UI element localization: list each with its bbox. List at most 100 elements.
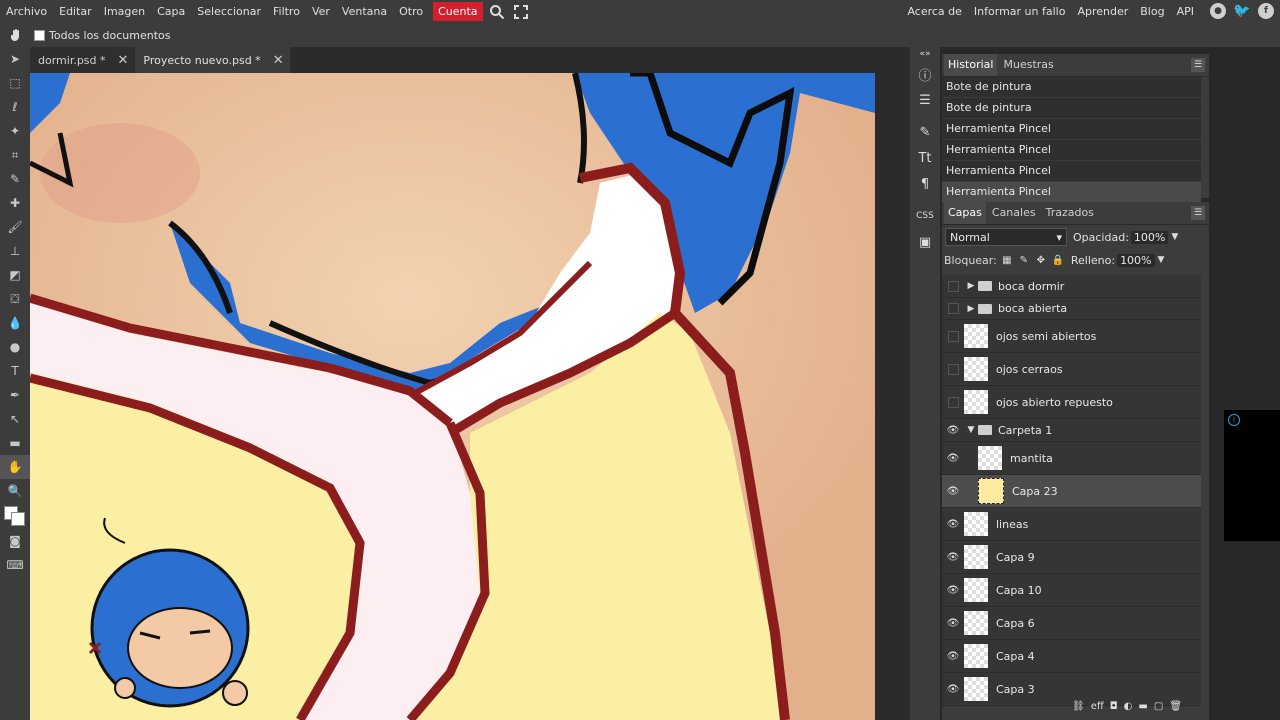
tab-muestras[interactable]: Muestras — [999, 54, 1057, 76]
eyedropper-icon[interactable]: ✎ — [0, 167, 30, 191]
keyboard-icon[interactable]: ⌨ — [0, 553, 30, 577]
properties-icon[interactable]: ☰ — [910, 87, 940, 113]
layer-row[interactable]: 👁 mantita — [942, 442, 1201, 475]
lock-paint-icon[interactable]: ✎ — [1017, 253, 1031, 267]
layer-row[interactable]: ▶ boca dormir — [942, 275, 1201, 298]
layer-row[interactable]: 👁 Capa 10 — [942, 574, 1201, 607]
eye-icon[interactable]: 👁 — [942, 453, 964, 464]
history-entry[interactable]: Herramienta Pincel — [942, 119, 1201, 140]
visibility-toggle[interactable] — [942, 330, 964, 342]
tab-dormir[interactable]: dormir.psd * ✕ — [30, 47, 135, 73]
menu-editar[interactable]: Editar — [53, 0, 98, 23]
twitter-icon[interactable]: 🐦 — [1233, 3, 1250, 19]
layer-row[interactable]: 👁 Capa 4 — [942, 640, 1201, 673]
expand-icon[interactable]: ▶ — [964, 304, 978, 314]
shape-tool-icon[interactable]: ▬ — [0, 431, 30, 455]
menu-ventana[interactable]: Ventana — [336, 0, 393, 23]
eye-icon[interactable]: 👁 — [942, 552, 964, 563]
background-color-swatch[interactable] — [11, 512, 25, 526]
adjustment-icon[interactable]: ◐ — [1124, 701, 1133, 712]
blur-tool-icon[interactable]: 💧 — [0, 311, 30, 335]
clone-stamp-icon[interactable]: ⊥ — [0, 239, 30, 263]
character-icon[interactable]: Tt — [910, 145, 940, 171]
link-aprender[interactable]: Aprender — [1071, 0, 1134, 23]
history-entry[interactable]: Bote de pintura — [942, 77, 1201, 98]
opacity-value[interactable]: 100% — [1130, 230, 1169, 244]
all-documents-checkbox[interactable] — [34, 29, 45, 41]
tab-canales[interactable]: Canales — [988, 202, 1040, 224]
reddit-icon[interactable]: ● — [1210, 3, 1226, 19]
link-icon[interactable]: ⛓ — [1072, 701, 1085, 712]
history-entry[interactable]: Bote de pintura — [942, 98, 1201, 119]
tab-trazados[interactable]: Trazados — [1042, 202, 1098, 224]
layer-row[interactable]: ▶ boca abierta — [942, 298, 1201, 320]
hand-tool-icon[interactable]: ✋ — [0, 455, 30, 479]
image-icon[interactable]: ▣ — [910, 229, 940, 255]
crop-tool-icon[interactable]: ⌗ — [0, 143, 30, 167]
eye-icon[interactable]: 👁 — [942, 684, 964, 695]
visibility-toggle[interactable] — [942, 303, 964, 314]
menu-seleccionar[interactable]: Seleccionar — [191, 0, 267, 23]
mask-icon[interactable]: ◘ — [1110, 701, 1118, 712]
lock-all-icon[interactable]: 🔒 — [1051, 253, 1065, 267]
menu-ver[interactable]: Ver — [306, 0, 336, 23]
quick-mask-icon[interactable]: ◙ — [0, 529, 30, 553]
tab-historial[interactable]: Historial — [944, 54, 998, 76]
paragraph-icon[interactable]: ¶ — [910, 171, 940, 197]
menu-icon[interactable]: ☰ — [1191, 58, 1205, 72]
new-layer-icon[interactable]: ▢ — [1154, 701, 1163, 712]
layer-row[interactable]: 👁 ▼ Carpeta 1 — [942, 419, 1201, 442]
fullscreen-icon[interactable] — [511, 2, 531, 22]
magic-wand-icon[interactable]: ✦ — [0, 119, 30, 143]
menu-archivo[interactable]: Archivo — [0, 0, 53, 23]
layer-row[interactable]: 👁 Capa 9 — [942, 541, 1201, 574]
layer-row-selected[interactable]: 👁 Capa 23 — [942, 475, 1201, 508]
lock-move-icon[interactable]: ✥ — [1034, 253, 1048, 267]
layer-row[interactable]: ojos cerraos — [942, 353, 1201, 386]
brush-settings-icon[interactable]: ✎ — [910, 119, 940, 145]
history-entry[interactable]: Herramienta Pincel — [942, 182, 1201, 203]
eraser-tool-icon[interactable]: ◩ — [0, 263, 30, 287]
menu-capa[interactable]: Capa — [151, 0, 191, 23]
eye-icon[interactable]: 👁 — [942, 651, 964, 662]
visibility-toggle[interactable] — [942, 363, 964, 375]
eye-icon[interactable]: 👁 — [942, 486, 964, 497]
expand-icon[interactable]: ▶ — [964, 281, 978, 291]
tab-capas[interactable]: Capas — [944, 202, 986, 224]
chevron-down-icon[interactable]: ▼ — [1171, 232, 1178, 242]
layer-row[interactable]: 👁 lineas — [942, 508, 1201, 541]
path-select-icon[interactable]: ↖ — [0, 407, 30, 431]
collapse-arrow-icon[interactable]: ▼ — [964, 425, 978, 435]
blend-mode-select[interactable]: Normal ▾ — [945, 228, 1067, 246]
menu-imagen[interactable]: Imagen — [98, 0, 151, 23]
facebook-icon[interactable]: f — [1258, 3, 1274, 19]
info-icon[interactable]: ⓘ — [910, 61, 940, 87]
tab-proyecto-nuevo[interactable]: Proyecto nuevo.psd * ✕ — [135, 47, 290, 73]
close-icon[interactable]: ✕ — [118, 53, 129, 68]
lock-transparency-icon[interactable]: ▦ — [1000, 253, 1014, 267]
move-tool-icon[interactable]: ➤ — [0, 47, 30, 71]
visibility-toggle[interactable] — [942, 280, 964, 292]
link-informar-fallo[interactable]: Informar un fallo — [968, 0, 1072, 23]
text-tool-icon[interactable]: T — [0, 359, 30, 383]
history-entry[interactable]: Herramienta Pincel — [942, 140, 1201, 161]
menu-otro[interactable]: Otro — [393, 0, 429, 23]
eye-icon[interactable]: 👁 — [942, 618, 964, 629]
healing-brush-icon[interactable]: ✚ — [0, 191, 30, 215]
collapse-icon[interactable]: «» — [910, 47, 940, 61]
trash-icon[interactable]: 🗑 — [1169, 701, 1182, 712]
menu-icon[interactable]: ☰ — [1191, 206, 1205, 220]
link-api[interactable]: API — [1171, 0, 1200, 23]
visibility-toggle[interactable] — [942, 396, 964, 408]
info-icon[interactable]: i — [1228, 414, 1240, 426]
eye-icon[interactable]: 👁 — [942, 425, 964, 436]
account-button[interactable]: Cuenta — [433, 2, 483, 21]
paint-bucket-icon[interactable]: ⛋ — [0, 287, 30, 311]
link-blog[interactable]: Blog — [1134, 0, 1170, 23]
canvas[interactable] — [30, 73, 875, 720]
color-swatches[interactable] — [0, 503, 30, 529]
effects-icon[interactable]: eff — [1091, 701, 1104, 712]
marquee-tool-icon[interactable]: ⬚ — [0, 71, 30, 95]
eye-icon[interactable]: 👁 — [942, 519, 964, 530]
fill-value[interactable]: 100% — [1117, 253, 1155, 267]
